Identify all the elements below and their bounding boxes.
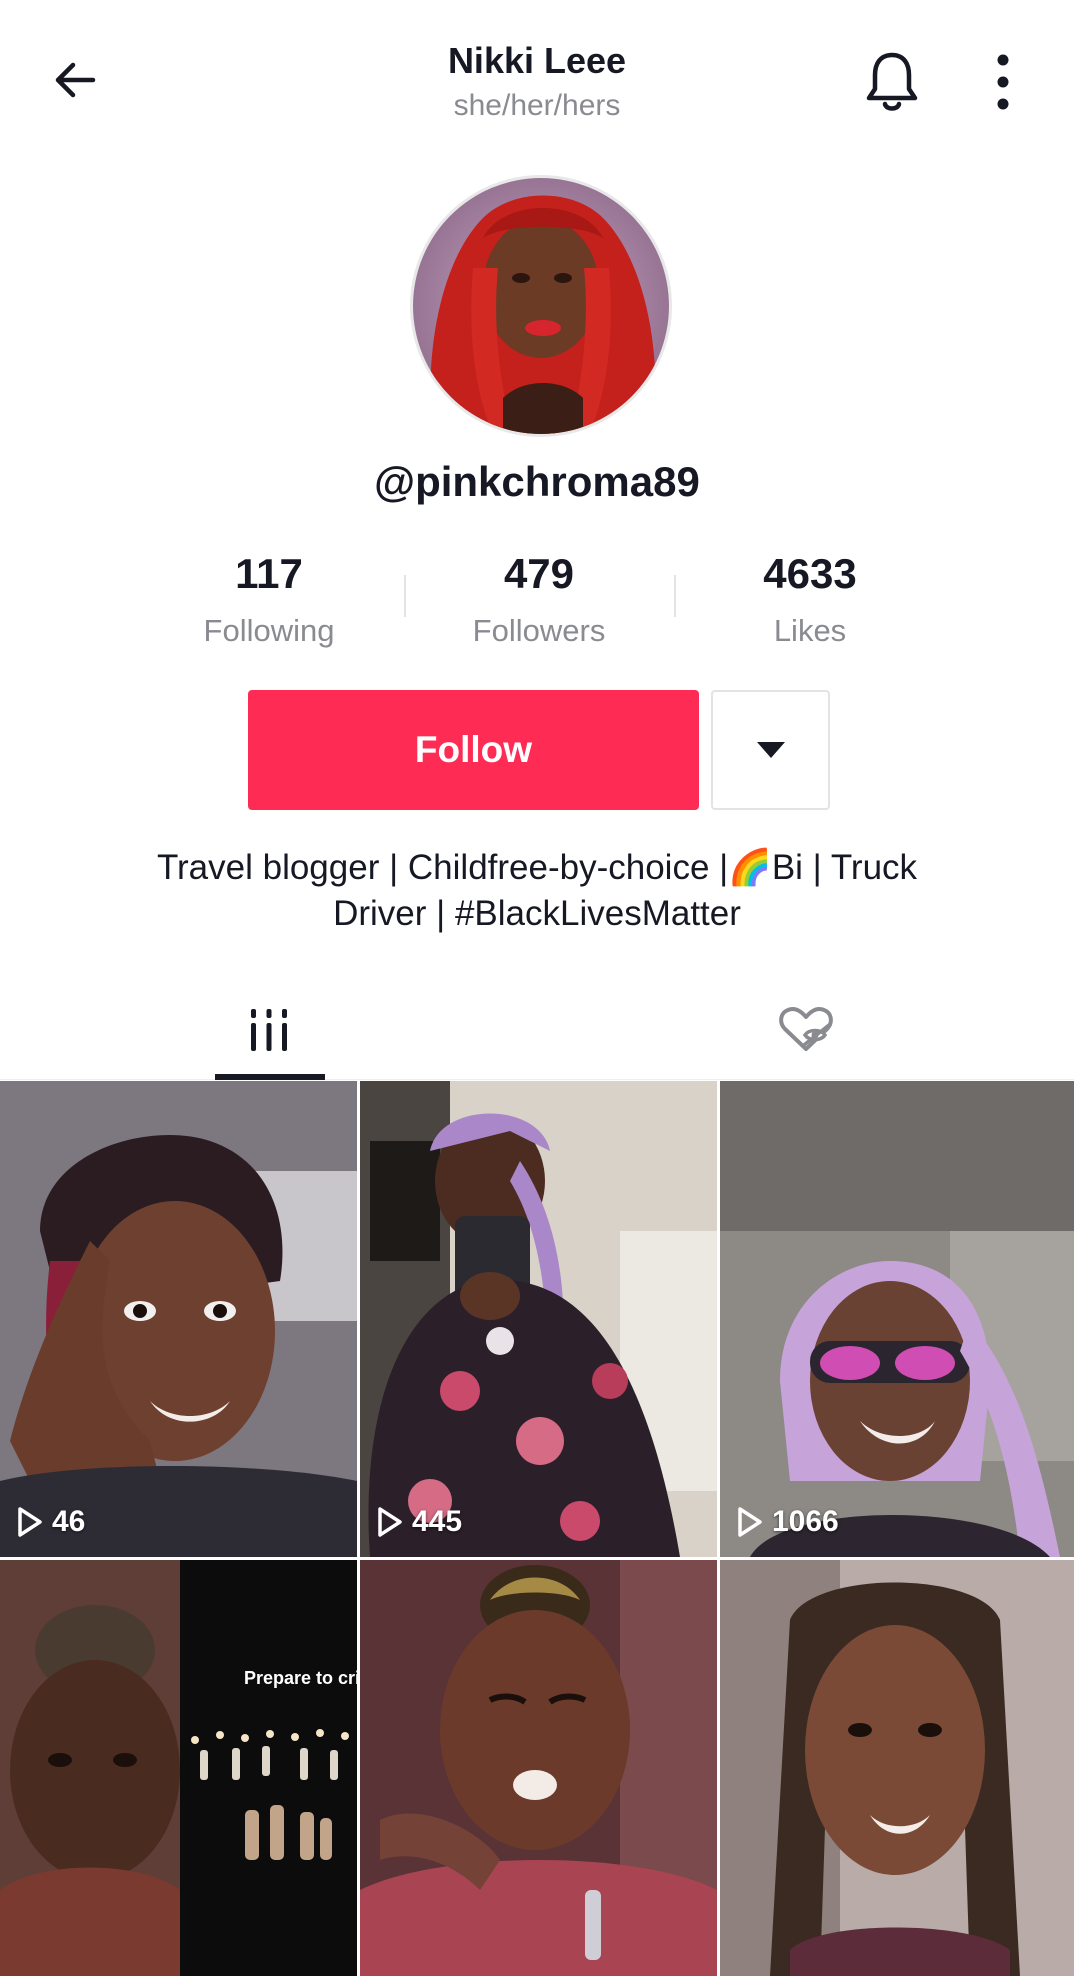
video-thumbnail-image [720,1560,1074,1976]
video-thumbnail-image [0,1081,357,1557]
stat-following[interactable]: 117 Following [149,545,389,653]
bio-line: Driver | #BlackLivesMatter [333,894,741,933]
stat-likes-label: Likes [773,613,847,648]
top-bar: Nikki Leee she/her/hers [0,0,1074,160]
stat-followers[interactable]: 479 Followers [419,545,659,653]
view-count-value: 1066 [772,1505,839,1538]
view-count-value: 445 [412,1505,463,1538]
video-thumbnail-image [360,1560,717,1976]
play-icon [18,1507,42,1537]
profile-bio: Travel blogger | Childfree-by-choice |🌈B… [80,845,994,937]
active-tab-indicator [215,1074,325,1080]
video-thumbnail-image [0,1560,357,1976]
more-options-button[interactable] [975,45,1031,119]
bell-icon [866,52,918,111]
profile-stats: 117 Following 479 Followers 4633 Likes [0,545,1074,655]
bio-line: Travel blogger | Childfree-by-choice |🌈B… [156,848,918,887]
video-text-overlay: Prepare to cri [244,1668,357,1688]
tab-liked[interactable] [537,980,1074,1080]
video-thumbnail[interactable]: 46 [0,1081,357,1557]
video-thumbnail[interactable]: Prepare to cri [0,1560,357,1976]
video-thumbnail[interactable]: 445 [360,1081,717,1557]
notifications-button[interactable] [855,45,929,119]
stat-likes-count: 4633 [763,550,857,597]
tab-videos[interactable] [0,980,537,1080]
stat-divider [674,575,676,617]
play-icon [738,1507,762,1537]
caret-down-icon [756,742,785,758]
avatar[interactable] [410,175,672,437]
profile-tabs [0,980,1074,1080]
play-icon [378,1507,402,1537]
view-count: 445 [376,1505,462,1539]
profile-page: Nikki Leee she/her/hers @pinkchroma89 11… [0,0,1074,1976]
hidden-heart-icon [778,1006,833,1051]
video-thumbnail[interactable] [360,1560,717,1976]
view-count: 1066 [736,1505,839,1539]
stat-followers-count: 479 [503,550,575,597]
more-vertical-icon [997,54,1009,110]
suggested-accounts-button[interactable] [711,690,830,810]
video-thumbnail[interactable]: 1066 [720,1081,1074,1557]
video-thumbnail-image [720,1081,1074,1557]
video-grid: 46 445 1066 Prepare to cri [0,1081,1074,1976]
stat-following-count: 117 [235,550,303,597]
avatar-image [413,178,669,434]
video-thumbnail-image [360,1081,717,1557]
video-thumbnail[interactable] [720,1560,1074,1976]
stat-divider [404,575,406,617]
stat-followers-label: Followers [472,613,606,648]
view-count: 46 [16,1505,85,1539]
view-count-value: 46 [52,1505,86,1538]
grid-lines-icon [250,1009,287,1051]
username: @pinkchroma89 [374,458,700,505]
follow-button[interactable]: Follow [248,690,699,810]
stat-following-label: Following [203,613,335,648]
stat-likes[interactable]: 4633 Likes [690,545,930,653]
